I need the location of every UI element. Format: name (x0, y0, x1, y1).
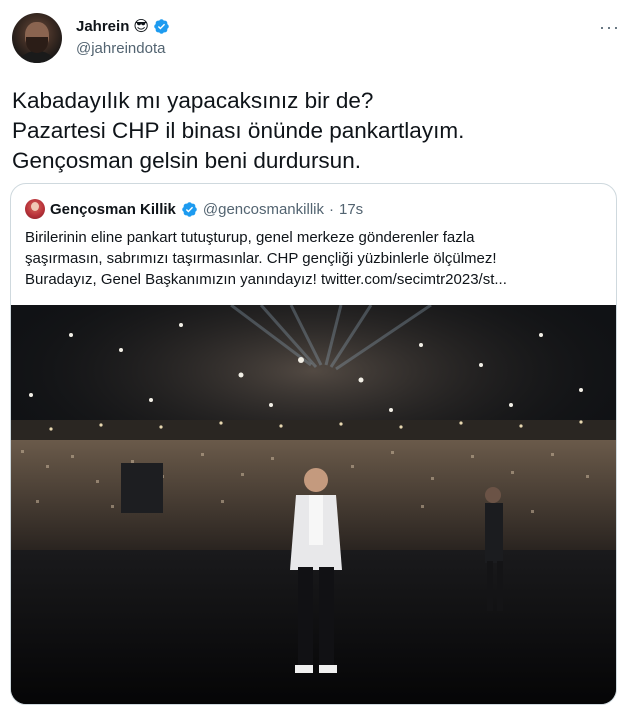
stage-photo-scene (11, 305, 616, 704)
tweet-text: Kabadayılık mı yapacaksınız bir de? Paza… (12, 86, 622, 176)
tweet-text-line: Kabadayılık mı yapacaksınız bir de? (12, 88, 374, 113)
quoted-text: Birilerinin eline pankart tutuşturup, ge… (25, 227, 605, 290)
quoted-header: Gençosman Killik @gencosmankillik · 17s (25, 198, 363, 220)
author-display-name[interactable]: Jahrein (76, 18, 129, 35)
quoted-media-image[interactable] (11, 305, 616, 704)
quoted-text-line: Buradayız, Genel Başkanımızın yanındayız… (25, 271, 507, 288)
more-dots-icon[interactable]: ··· (599, 18, 620, 36)
tweet-text-line: Pazartesi CHP il binası önünde pankartla… (12, 118, 465, 143)
author-handle[interactable]: @jahreindota (76, 40, 170, 57)
quoted-text-line: şaşırmasın, sabrımızı taşırmasınlar. CHP… (25, 250, 497, 267)
sunglasses-emoji-icon: 😎 (133, 17, 149, 35)
author-info: Jahrein 😎 @jahreindota (76, 15, 170, 57)
author-name-row: Jahrein 😎 (76, 15, 170, 37)
tweet-text-line: Gençosman gelsin beni durdursun. (12, 148, 361, 173)
quoted-handle[interactable]: @gencosmankillik (203, 201, 324, 218)
quoted-text-line: Birilerinin eline pankart tutuşturup, ge… (25, 229, 475, 246)
quoted-avatar[interactable] (25, 199, 45, 219)
balcony (11, 420, 616, 440)
author-avatar[interactable] (12, 13, 62, 63)
tweet-card: Jahrein 😎 @jahreindota ··· Kabadayılık m… (0, 0, 642, 721)
quoted-display-name[interactable]: Gençosman Killik (50, 201, 176, 218)
stage-floor (11, 550, 616, 704)
stage-speaker (121, 463, 163, 513)
quoted-tweet[interactable]: Gençosman Killik @gencosmankillik · 17s … (10, 183, 617, 705)
quoted-timestamp[interactable]: 17s (339, 201, 363, 218)
verified-badge-icon (182, 201, 197, 217)
avatar-beard (26, 37, 48, 53)
verified-badge-icon (154, 18, 169, 34)
separator-dot: · (328, 200, 334, 218)
